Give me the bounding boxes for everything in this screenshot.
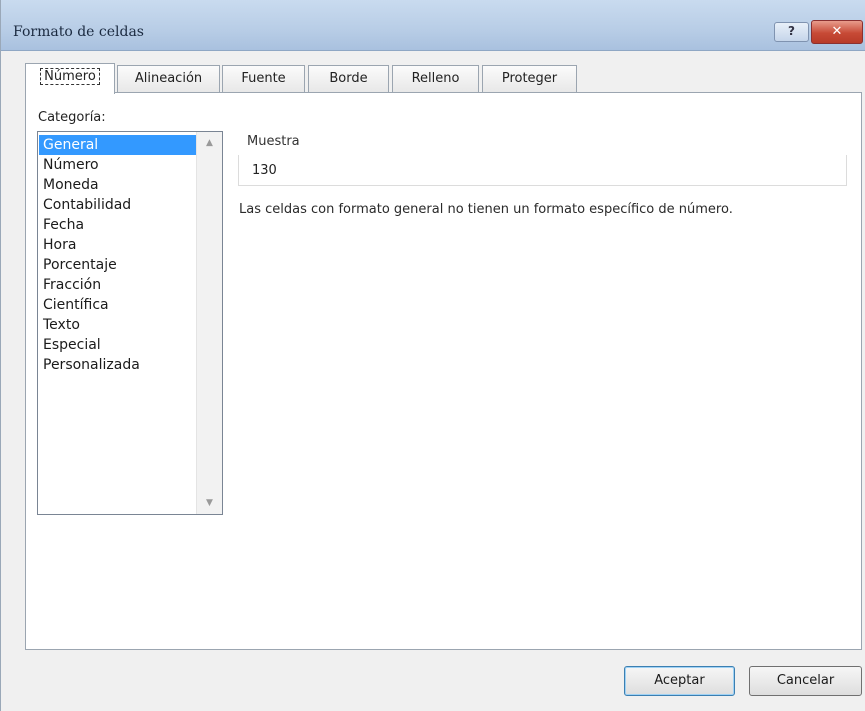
tab-fuente-label: Fuente	[241, 71, 286, 86]
format-description: Las celdas con formato general no tienen…	[239, 202, 733, 217]
tab-numero[interactable]: Número	[25, 63, 115, 94]
tab-fuente[interactable]: Fuente	[222, 65, 305, 93]
sample-label: Muestra	[247, 134, 300, 149]
tab-numero-label: Número	[40, 68, 100, 85]
tab-proteger-label: Proteger	[501, 71, 558, 86]
cancel-button[interactable]: Cancelar	[749, 666, 862, 696]
category-label: Categoría:	[38, 110, 106, 125]
category-item-personalizada[interactable]: Personalizada	[39, 355, 197, 375]
category-item-fraccion[interactable]: Fracción	[39, 275, 197, 295]
category-item-especial[interactable]: Especial	[39, 335, 197, 355]
close-button[interactable]: ✕	[811, 20, 863, 44]
category-scrollbar[interactable]: ▲ ▼	[196, 132, 222, 514]
category-item-porcentaje[interactable]: Porcentaje	[39, 255, 197, 275]
category-item-texto[interactable]: Texto	[39, 315, 197, 335]
sample-value: 130	[252, 163, 277, 178]
sample-group-box	[238, 155, 847, 186]
category-listbox[interactable]: General Número Moneda Contabilidad Fecha…	[37, 131, 223, 515]
format-cells-dialog: Formato de celdas ? ✕ Número Alineación …	[0, 0, 865, 711]
title-bar[interactable]: Formato de celdas ? ✕	[1, 0, 865, 51]
help-button[interactable]: ?	[774, 22, 809, 42]
scroll-up-arrow-icon[interactable]: ▲	[197, 134, 222, 152]
category-item-hora[interactable]: Hora	[39, 235, 197, 255]
category-item-cientifica[interactable]: Científica	[39, 295, 197, 315]
close-icon: ✕	[831, 24, 843, 39]
tab-alineacion-label: Alineación	[134, 71, 203, 86]
tab-relleno-label: Relleno	[411, 71, 460, 86]
category-item-moneda[interactable]: Moneda	[39, 175, 197, 195]
category-list: General Número Moneda Contabilidad Fecha…	[39, 135, 197, 375]
tab-alineacion[interactable]: Alineación	[117, 65, 220, 93]
dialog-title: Formato de celdas	[13, 24, 144, 40]
scroll-down-arrow-icon[interactable]: ▼	[197, 494, 222, 512]
help-icon: ?	[788, 24, 795, 38]
tab-borde[interactable]: Borde	[308, 65, 389, 93]
tab-relleno[interactable]: Relleno	[392, 65, 479, 93]
category-item-contabilidad[interactable]: Contabilidad	[39, 195, 197, 215]
accept-button[interactable]: Aceptar	[624, 666, 735, 696]
category-item-fecha[interactable]: Fecha	[39, 215, 197, 235]
tab-proteger[interactable]: Proteger	[482, 65, 577, 93]
category-item-general[interactable]: General	[39, 135, 197, 155]
tab-borde-label: Borde	[329, 71, 368, 86]
category-item-numero[interactable]: Número	[39, 155, 197, 175]
